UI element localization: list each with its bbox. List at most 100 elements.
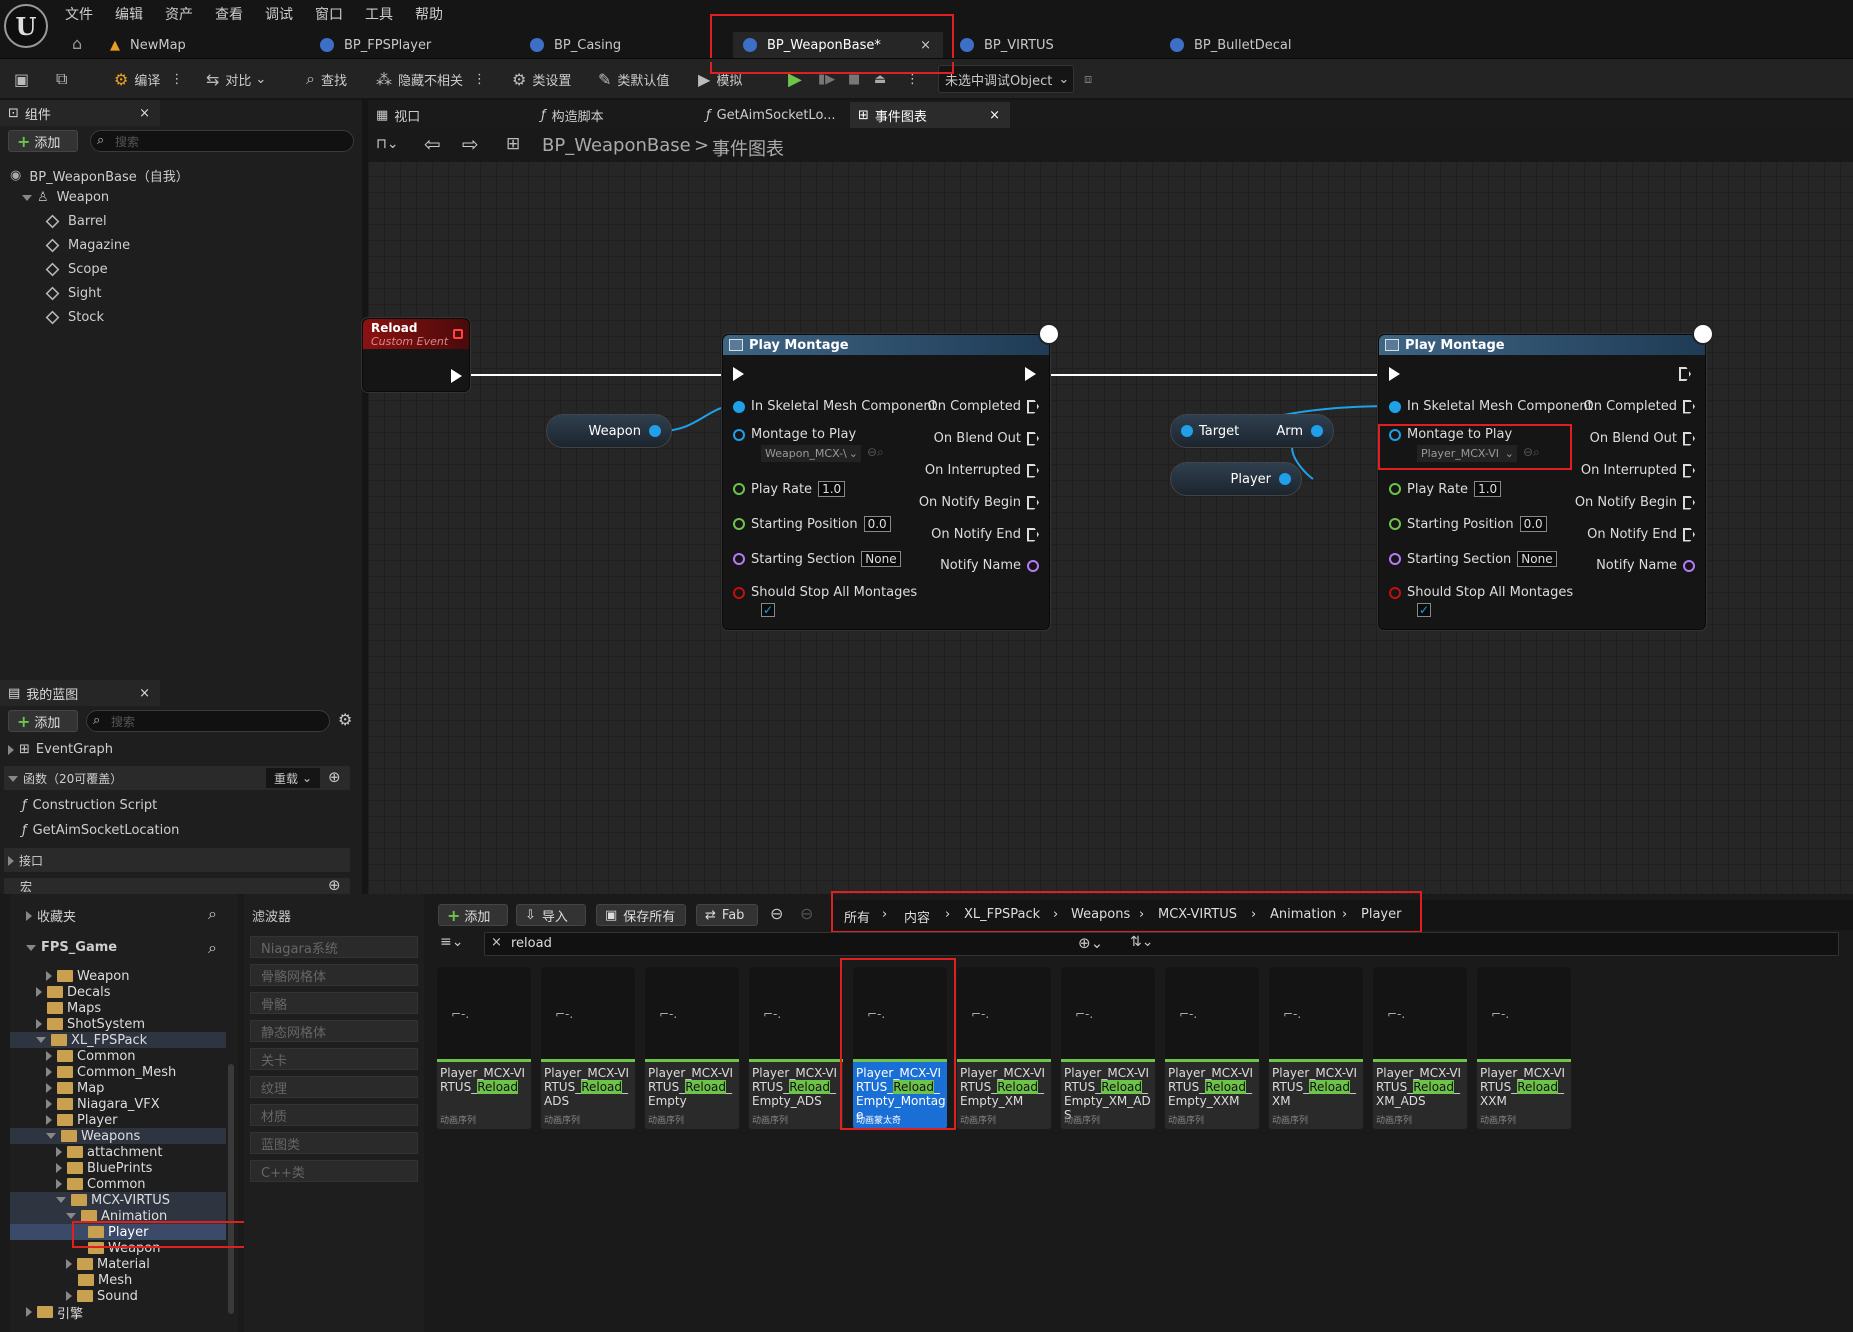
checkbox[interactable]: ✓ xyxy=(761,603,775,617)
use-selected-icon[interactable]: ⊖⌕ xyxy=(1523,445,1540,460)
asset-tile[interactable]: ⌐-. Player_MCX-VIRTUS_Reload_Empty 动画序列 xyxy=(645,967,739,1129)
play-montage-node-1[interactable]: Play Montage In Skeletal Mesh Component … xyxy=(722,334,1050,630)
compile-button[interactable]: ⚙ 编译 ⋮ xyxy=(114,67,183,91)
step-icon[interactable]: ▮▶ xyxy=(818,67,835,91)
filter-blueprint-class[interactable]: 蓝图类 xyxy=(250,1132,418,1154)
folder-decals[interactable]: Decals xyxy=(36,984,111,1000)
pin-on-completed[interactable]: On Completed xyxy=(1583,399,1695,414)
scrollbar[interactable] xyxy=(228,1064,234,1314)
crumb-mcx-virtus[interactable]: MCX-VIRTUS xyxy=(1158,907,1237,922)
folder-animation[interactable]: Animation xyxy=(10,1208,226,1224)
tab-components[interactable]: ⊡ 组件 × xyxy=(0,100,160,126)
folder-blueprints[interactable]: BluePrints xyxy=(56,1160,152,1176)
find-button[interactable]: ⌕ 查找 xyxy=(306,67,347,91)
filter-niagara-system[interactable]: Niagara系统 xyxy=(250,936,418,958)
pin-starting-section[interactable]: Starting Section None xyxy=(1389,551,1557,567)
exec-out-pin[interactable] xyxy=(1025,367,1036,385)
asset-tile[interactable]: ⌐-. Player_MCX-VIRTUS_Reload_ADS 动画序列 xyxy=(541,967,635,1129)
component-barrel[interactable]: Barrel xyxy=(45,214,107,229)
tab-bp-casing[interactable]: BP_Casing xyxy=(520,32,710,58)
override-dropdown[interactable]: 重载 ⌄ xyxy=(266,768,320,788)
pin-on-interrupted[interactable]: On Interrupted xyxy=(925,463,1039,478)
save-all-button[interactable]: ▣ 保存所有 xyxy=(596,904,686,926)
hide-unrelated-button[interactable]: ⁂ 隐藏不相关 ⋮ xyxy=(376,67,486,91)
clear-search-icon[interactable]: × xyxy=(491,935,502,950)
montage-asset-select[interactable]: Player_MCX-VI ⌄ xyxy=(1417,445,1517,462)
component-scope[interactable]: Scope xyxy=(45,262,108,277)
folder-maps[interactable]: Maps xyxy=(47,1000,101,1016)
gear-icon[interactable]: ⚙ xyxy=(338,710,352,729)
folder-weapons-common[interactable]: Common xyxy=(56,1176,146,1192)
tab-bp-weaponbase[interactable]: BP_WeaponBase* × xyxy=(733,32,943,58)
pin-starting-position[interactable]: Starting Position 0.0 xyxy=(1389,516,1547,532)
menu-help[interactable]: 帮助 xyxy=(415,4,443,24)
tab-bp-fpsplayer[interactable]: BP_FPSPlayer xyxy=(310,32,500,58)
tab-bp-bulletdecal[interactable]: BP_BulletDecal xyxy=(1160,32,1350,58)
simulate-button[interactable]: ▶ 模拟 xyxy=(698,67,742,91)
weapon-variable-node[interactable]: Weapon xyxy=(546,414,672,448)
asset-tile[interactable]: ⌐-. Player_MCX-VIRTUS_Reload_XM_ADS 动画序列 xyxy=(1373,967,1467,1129)
folder-animation-weapon[interactable]: Weapon xyxy=(88,1240,161,1256)
folder-weapon[interactable]: Weapon xyxy=(46,968,130,984)
unreal-logo-icon[interactable]: U xyxy=(4,4,48,48)
folder-mesh[interactable]: Mesh xyxy=(78,1272,132,1288)
pin-notify-name[interactable]: Notify Name xyxy=(1596,558,1695,573)
pin-montage-to-play[interactable]: Montage to Play xyxy=(733,427,856,442)
asset-tile[interactable]: ⌐-. Player_MCX-VIRTUS_Reload_Empty_Montag… xyxy=(853,967,947,1129)
pin-on-blend-out[interactable]: On Blend Out xyxy=(934,431,1039,446)
pin-play-rate[interactable]: Play Rate 1.0 xyxy=(1389,481,1502,497)
expand-icon[interactable] xyxy=(8,855,14,866)
pin-on-interrupted[interactable]: On Interrupted xyxy=(1581,463,1695,478)
history-forward-icon[interactable]: ⊖ xyxy=(800,904,813,923)
class-settings-button[interactable]: ⚙ 类设置 xyxy=(512,67,571,91)
pin-starting-position[interactable]: Starting Position 0.0 xyxy=(733,516,891,532)
expand-icon[interactable] xyxy=(22,194,32,201)
member-search-input[interactable]: ⌕ 搜索 xyxy=(86,710,330,732)
asset-tile[interactable]: ⌐-. Player_MCX-VIRTUS_Reload_Empty_XXM 动画序… xyxy=(1165,967,1259,1129)
pin-stop-all-montages[interactable]: Should Stop All Montages xyxy=(733,585,917,600)
folder-player[interactable]: Player xyxy=(46,1112,117,1128)
add-component-button[interactable]: + 添加 xyxy=(8,130,78,152)
collapse-icon[interactable] xyxy=(26,944,36,951)
pin-montage-to-play[interactable]: Montage to Play xyxy=(1389,427,1512,442)
close-icon[interactable]: × xyxy=(139,686,150,701)
folder-material[interactable]: Material xyxy=(66,1256,150,1272)
use-selected-icon[interactable]: ⊖⌕ xyxy=(867,445,884,460)
event-graph-canvas[interactable]: ⊓⌄ ⇦ ⇨ ⊞ BP_WeaponBase > 事件图表 Reload Cus… xyxy=(362,128,1853,894)
filter-skeletal-mesh[interactable]: 骨骼网格体 xyxy=(250,964,418,986)
crumb-all[interactable]: 所有 xyxy=(844,907,870,926)
diff-button[interactable]: ⇆ 对比 ⌄ xyxy=(206,67,266,91)
functions-section[interactable]: 函数（20可覆盖） 重载 ⌄ ⊕ xyxy=(4,766,350,790)
pin-on-completed[interactable]: On Completed xyxy=(927,399,1039,414)
exec-out-pin[interactable] xyxy=(451,369,462,387)
filter-static-mesh[interactable]: 静态网格体 xyxy=(250,1020,418,1042)
crumb-weapons[interactable]: Weapons xyxy=(1071,907,1130,922)
filter-icon[interactable]: ≡⌄ xyxy=(440,934,463,950)
add-asset-button[interactable]: + 添加 xyxy=(438,904,508,926)
expand-icon[interactable] xyxy=(8,744,14,755)
folder-mcx-virtus[interactable]: MCX-VIRTUS xyxy=(10,1192,226,1208)
folder-engine[interactable]: 引擎 xyxy=(26,1304,83,1322)
asset-tile[interactable]: ⌐-. Player_MCX-VIRTUS_Reload 动画序列 xyxy=(437,967,531,1129)
pin-on-notify-end[interactable]: On Notify End xyxy=(931,527,1039,542)
expand-icon[interactable] xyxy=(26,910,32,921)
filter-cpp-class[interactable]: C++类 xyxy=(250,1160,418,1182)
montage-asset-select[interactable]: Weapon_MCX-\ ⌄ xyxy=(761,445,861,462)
menu-view[interactable]: 查看 xyxy=(215,4,243,24)
output-pin[interactable] xyxy=(1279,473,1291,485)
folder-attachment[interactable]: attachment xyxy=(56,1144,163,1160)
tab-newmap[interactable]: ▲ NewMap xyxy=(100,32,290,58)
project-header[interactable]: FPS_Game xyxy=(26,940,117,955)
debug-filter-icon[interactable]: ⧈ xyxy=(1084,67,1092,91)
interfaces-section[interactable]: 接口 xyxy=(4,848,350,872)
folder-common[interactable]: Common xyxy=(46,1048,136,1064)
play-montage-node-2[interactable]: Play Montage In Skeletal Mesh Component … xyxy=(1378,334,1706,630)
close-icon[interactable]: × xyxy=(989,108,1000,123)
player-variable-node[interactable]: Player xyxy=(1170,462,1302,496)
folder-map[interactable]: Map xyxy=(46,1080,104,1096)
folder-niagara-vfx[interactable]: Niagara_VFX xyxy=(46,1096,160,1112)
folder-weapons[interactable]: Weapons xyxy=(10,1128,226,1144)
search-icon[interactable]: ⌕ xyxy=(208,938,217,958)
add-macro-icon[interactable]: ⊕ xyxy=(328,878,341,894)
save-icon[interactable]: ▣ xyxy=(14,67,35,91)
